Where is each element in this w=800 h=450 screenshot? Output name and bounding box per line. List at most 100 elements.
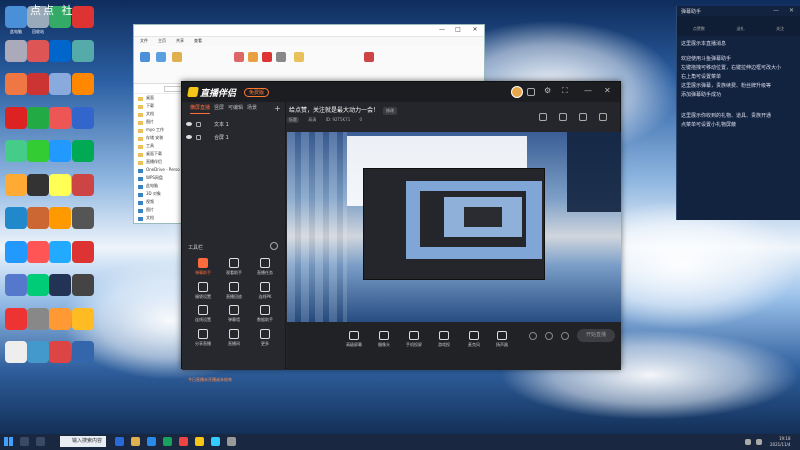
chat-minimize-button[interactable]: — — [773, 7, 779, 14]
scene-tab[interactable]: 横屏直播 — [190, 104, 211, 114]
sidebar-item[interactable]: 工具 — [134, 143, 185, 151]
app-icon[interactable] — [211, 437, 220, 446]
lock-icon[interactable] — [196, 135, 201, 140]
tool-button[interactable]: 连线设置 — [188, 305, 218, 327]
desktop-app-icon[interactable] — [72, 173, 94, 196]
desktop-app-icon[interactable] — [49, 73, 71, 95]
desktop-app-icon[interactable] — [27, 39, 49, 62]
tool-button[interactable]: 观看助手 — [219, 258, 249, 280]
title-tag[interactable]: 标题 — [287, 117, 299, 123]
desktop-app-icon[interactable] — [72, 307, 94, 330]
app-titlebar[interactable]: 直播伴侣 免费版 ⚙ ⛶ — ✕ — [182, 82, 620, 102]
sidebar-item[interactable]: 桌面下载 — [134, 151, 185, 159]
sidebar-item[interactable]: 存储 安装 — [134, 135, 185, 143]
app-icon[interactable] — [163, 437, 172, 446]
desktop-app-icon[interactable] — [27, 207, 49, 229]
sidebar-item[interactable]: 视频 — [134, 199, 185, 207]
tool-button[interactable]: 更多 — [250, 328, 280, 351]
desktop-app-icon[interactable] — [72, 73, 94, 95]
source-button[interactable]: 高级屏幕 — [339, 331, 369, 348]
explorer-minimize-button[interactable]: — — [434, 26, 450, 35]
desktop-app-icon[interactable] — [5, 173, 27, 196]
tool-button[interactable]: 弹幕助手 — [188, 258, 218, 280]
network-icon[interactable] — [745, 439, 751, 445]
desktop-app-icon[interactable] — [72, 140, 94, 162]
desktop-app-icon[interactable] — [72, 341, 94, 363]
new-folder-icon[interactable] — [294, 52, 304, 62]
desktop-app-icon[interactable] — [72, 207, 94, 229]
rename-icon[interactable] — [276, 52, 286, 62]
sidebar-item[interactable]: OneDrive - Perso — [134, 167, 185, 175]
explorer-titlebar[interactable]: — □ ✕ — [134, 25, 484, 37]
desktop-app-icon[interactable] — [5, 307, 27, 330]
desktop-app-icon[interactable] — [49, 307, 71, 330]
sidebar-item[interactable]: WPS网盘 — [134, 175, 185, 183]
windows-start-icon[interactable] — [4, 437, 13, 446]
ribbon-tab[interactable]: 主页 — [158, 38, 166, 45]
app-icon[interactable] — [195, 437, 204, 446]
sidebar-item[interactable]: 桌面 — [134, 95, 185, 103]
desktop-app-icon[interactable] — [27, 307, 49, 330]
sidebar-item[interactable]: 文档 — [134, 111, 185, 119]
sidebar-item[interactable]: 图片 — [134, 207, 185, 215]
tool-button[interactable]: 直播任务 — [250, 258, 280, 280]
sidebar-item[interactable]: 此电脑 — [134, 183, 185, 191]
desktop-app-icon[interactable] — [49, 240, 71, 263]
effects-icon[interactable] — [545, 332, 553, 340]
ribbon-tab[interactable]: 查看 — [194, 38, 202, 45]
sidebar-item[interactable]: 下载 — [134, 103, 185, 111]
desktop-app-icon[interactable] — [5, 73, 27, 95]
move-icon[interactable] — [234, 52, 244, 62]
source-button[interactable]: 摄像头 — [369, 331, 399, 348]
copy-to-icon[interactable] — [248, 52, 258, 62]
desktop-app-icon[interactable]: 此电脑 — [5, 6, 27, 34]
desktop-app-icon[interactable] — [49, 207, 71, 229]
desktop-app-icon[interactable] — [27, 240, 49, 263]
delete-icon[interactable] — [262, 52, 272, 62]
desktop-app-icon[interactable] — [49, 173, 71, 196]
sidebar-item[interactable]: myo 工作 — [134, 127, 185, 135]
tool-button[interactable]: 弹幕墙 — [219, 305, 249, 327]
source-button[interactable]: 手机投屏 — [399, 331, 429, 348]
sidebar-item[interactable]: 3D 对象 — [134, 191, 185, 199]
source-button[interactable]: 游戏投 — [429, 331, 459, 348]
tool-button[interactable]: 直播间 — [219, 328, 249, 351]
source-button[interactable]: 麦克风 — [459, 331, 489, 348]
ribbon-tab[interactable]: 文件 — [140, 38, 148, 45]
desktop-app-icon[interactable] — [27, 73, 49, 95]
desktop-app-icon[interactable] — [27, 106, 49, 129]
danmaku-helper-window[interactable]: 弹幕助手 — ✕ 点赞数 送礼 关注 这里展示本直播消息 欢迎使用斗鱼弹幕助手 左键拖拽… — [676, 6, 800, 220]
stream-settings-icon[interactable] — [561, 332, 569, 340]
avatar[interactable] — [511, 86, 523, 98]
chat-titlebar[interactable]: 弹幕助手 — ✕ — [677, 6, 800, 16]
quality-label[interactable]: 高清 — [308, 117, 316, 122]
tool-button[interactable]: 数据助手 — [250, 305, 280, 327]
explorer-close-button[interactable]: ✕ — [467, 26, 483, 35]
desktop-app-icon[interactable] — [5, 274, 27, 296]
desktop-app-icon[interactable] — [5, 240, 27, 263]
source-button[interactable]: 扬声器 — [487, 331, 517, 348]
desktop-app-icon[interactable] — [72, 6, 94, 28]
sidebar-item[interactable]: 直播伴侣 — [134, 159, 185, 167]
tool-button[interactable]: 直播回放 — [219, 281, 249, 304]
app-icon[interactable] — [131, 437, 140, 446]
desktop-app-icon[interactable] — [72, 39, 94, 62]
desktop-app-icon[interactable] — [27, 173, 49, 196]
lock-icon[interactable] — [196, 122, 201, 127]
desktop-app-icon[interactable] — [27, 274, 49, 296]
tool-button[interactable]: 分享直播 — [188, 328, 218, 351]
widgets-icon[interactable] — [36, 437, 45, 446]
desktop-app-icon[interactable] — [72, 240, 94, 263]
scene-item[interactable]: 文本 1 — [182, 120, 286, 130]
scene-tab[interactable]: 竖屏 — [214, 104, 224, 114]
explorer-maximize-button[interactable]: □ — [450, 26, 466, 35]
add-scene-button[interactable]: + — [274, 104, 281, 113]
camera-icon[interactable] — [529, 332, 537, 340]
app-icon[interactable] — [115, 437, 124, 446]
preview-canvas[interactable] — [287, 132, 621, 322]
desktop-app-icon[interactable] — [5, 39, 27, 62]
tool-button[interactable]: 福袋设置 — [188, 281, 218, 304]
scene-tab[interactable]: 场景 — [247, 104, 257, 114]
desktop-app-icon[interactable] — [72, 274, 94, 296]
desktop-app-icon[interactable] — [5, 341, 27, 363]
